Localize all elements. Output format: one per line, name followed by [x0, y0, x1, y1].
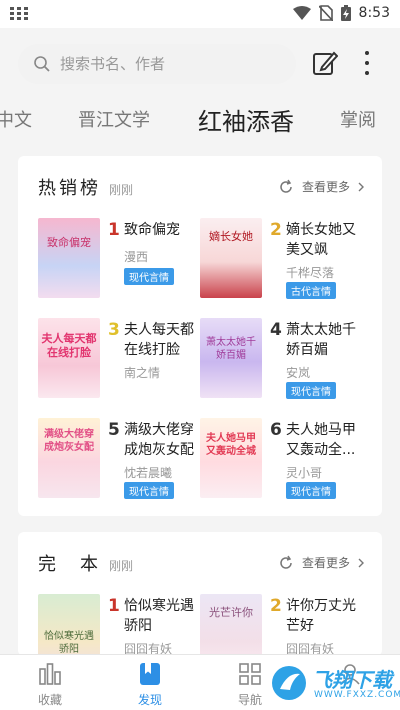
refresh-icon[interactable] [278, 555, 294, 571]
book-item[interactable]: 夫人她马甲又轰动全城 6 夫人她马甲又轰动全... 灵小哥 现代言情 [200, 418, 366, 500]
book-cover[interactable]: 萧太太她千娇百媚 [200, 318, 262, 398]
book-cover[interactable]: 满级大佬穿成炮灰女配 [38, 418, 100, 498]
rank-number: 1 [108, 596, 120, 616]
tab-zhangyue[interactable]: 掌阅 [340, 106, 376, 132]
clock-time: 8:53 [358, 5, 390, 21]
genre-tag: 现代言情 [124, 268, 174, 285]
genre-tag: 现代言情 [286, 382, 336, 399]
book-author: 南之情 [124, 366, 161, 380]
genre-tag: 现代言情 [286, 482, 336, 499]
cover-title: 夫人每天都在线打脸 [41, 332, 97, 359]
cover-title: 夫人她马甲又轰动全城 [206, 433, 256, 457]
chevron-right-icon [358, 182, 364, 191]
tab-hongxiu[interactable]: 红袖添香 [198, 102, 294, 137]
nav-collection[interactable]: 收藏 [20, 661, 80, 708]
see-more-label[interactable]: 查看更多 [302, 178, 350, 195]
search-bar[interactable] [18, 44, 296, 84]
genre-tag: 古代言情 [286, 282, 336, 299]
book-cover[interactable]: 嫡长女她 [200, 218, 262, 298]
refresh-icon[interactable] [278, 179, 294, 195]
app-grid-icon [10, 7, 28, 21]
watermark-url: WWW.FXXZ.COM [314, 690, 400, 700]
book-item[interactable]: 嫡长女她 2 嫡长女她又美又飒 千桦尽落 古代言情 [200, 218, 366, 300]
nav-label: 发现 [137, 693, 162, 707]
book-cover[interactable]: 夫人她马甲又轰动全城 [200, 418, 262, 498]
book-title[interactable]: 夫人她马甲又轰动全... [286, 420, 360, 460]
wifi-icon [292, 6, 311, 20]
search-icon [34, 56, 50, 72]
book-item[interactable]: 萧太太她千娇百媚 4 萧太太她千娇百媚 安岚 现代言情 [200, 318, 366, 400]
cover-title: 光芒许你 [209, 606, 253, 619]
nav-label: 收藏 [37, 693, 62, 707]
rank-number: 4 [270, 320, 282, 340]
grid-icon [239, 663, 261, 685]
book-author: 安岚 [286, 366, 311, 380]
tab-jinjiang[interactable]: 晋江文学 [78, 106, 150, 132]
book-cover[interactable]: 致命偏宠 [38, 218, 100, 298]
section-updated: 刚刚 [109, 183, 134, 197]
source-tabs: 中文 晋江文学 红袖添香 掌阅 [0, 100, 400, 144]
book-title[interactable]: 夫人每天都在线打脸 [124, 320, 198, 360]
rank-number: 6 [270, 420, 282, 440]
book-title[interactable]: 嫡长女她又美又飒 [286, 220, 360, 260]
status-bar: 8:53 [0, 0, 400, 28]
rank-number: 3 [108, 320, 120, 340]
hot-sales-card: 热销榜 刚刚 查看更多 致命偏宠 1 致命偏宠 漫西 现代言情 嫡长女她 2 嫡… [18, 156, 382, 516]
section-title: 完 本 [38, 554, 101, 575]
book-item[interactable]: 致命偏宠 1 致命偏宠 漫西 现代言情 [38, 218, 204, 300]
book-title[interactable]: 恰似寒光遇骄阳 [124, 596, 198, 636]
book-item[interactable]: 恰似寒光遇骄阳 1 恰似寒光遇骄阳 囧囧有妖 [38, 594, 204, 674]
rank-number: 1 [108, 220, 120, 240]
book-title[interactable]: 许你万丈光芒好 [286, 596, 360, 636]
watermark-logo-icon [272, 666, 306, 700]
search-input[interactable] [60, 55, 260, 73]
genre-tag: 现代言情 [124, 482, 174, 499]
site-watermark: 飞翔下载 WWW.FXXZ.COM [270, 662, 400, 706]
book-author: 忱若晨曦 [124, 466, 173, 480]
book-item[interactable]: 光芒许你 2 许你万丈光芒好 囧囧有妖 [200, 594, 366, 674]
book-title[interactable]: 致命偏宠 [124, 220, 198, 240]
tab-zhongwen[interactable]: 中文 [0, 106, 32, 132]
see-more-label[interactable]: 查看更多 [302, 554, 350, 571]
book-title[interactable]: 满级大佬穿成炮灰女配 [124, 420, 198, 460]
battery-icon [340, 5, 351, 21]
book-item[interactable]: 夫人每天都在线打脸 3 夫人每天都在线打脸 南之情 [38, 318, 204, 400]
cover-title: 致命偏宠 [47, 236, 91, 249]
book-title[interactable]: 萧太太她千娇百媚 [286, 320, 360, 360]
see-more-link[interactable]: 查看更多 [278, 554, 364, 571]
book-author: 漫西 [124, 250, 149, 264]
nav-discover[interactable]: 发现 [120, 661, 180, 708]
book-cover[interactable]: 夫人每天都在线打脸 [38, 318, 100, 398]
bookshelf-icon [39, 663, 61, 685]
completed-card: 完 本 刚刚 查看更多 恰似寒光遇骄阳 1 恰似寒光遇骄阳 囧囧有妖 光芒许你 … [18, 532, 382, 674]
cover-title: 萧太太她千娇百媚 [206, 337, 256, 361]
rank-number: 2 [270, 220, 282, 240]
rank-number: 2 [270, 596, 282, 616]
book-author: 千桦尽落 [286, 266, 335, 280]
book-author: 灵小哥 [286, 466, 323, 480]
more-options-icon[interactable] [360, 48, 374, 78]
cover-title: 恰似寒光遇骄阳 [44, 631, 94, 655]
section-title: 热销榜 [38, 178, 101, 199]
bookmark-icon [140, 663, 160, 685]
edit-icon[interactable] [312, 50, 338, 76]
cover-title: 嫡长女她 [209, 230, 253, 243]
see-more-link[interactable]: 查看更多 [278, 178, 364, 195]
watermark-text: 飞翔下载 [312, 668, 392, 692]
rank-number: 5 [108, 420, 120, 440]
section-updated: 刚刚 [109, 559, 134, 573]
no-sim-icon [318, 5, 333, 21]
book-item[interactable]: 满级大佬穿成炮灰女配 5 满级大佬穿成炮灰女配 忱若晨曦 现代言情 [38, 418, 204, 500]
chevron-right-icon [358, 558, 364, 567]
cover-title: 满级大佬穿成炮灰女配 [44, 429, 94, 453]
